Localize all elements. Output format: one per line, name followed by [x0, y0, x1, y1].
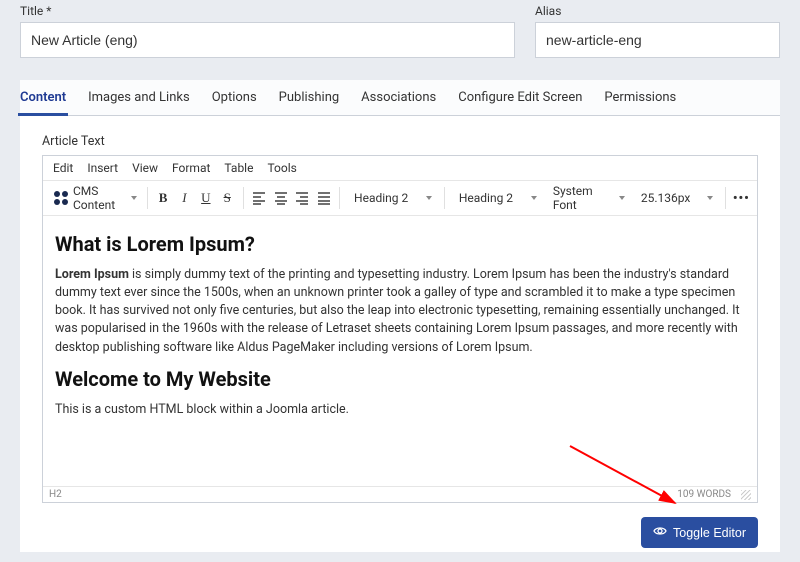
chevron-down-icon [531, 196, 537, 200]
content-paragraph-2: This is a custom HTML block within a Joo… [55, 401, 745, 419]
strikethrough-button[interactable]: S [218, 186, 237, 210]
font-family-select[interactable]: System Font [545, 186, 631, 210]
italic-button[interactable]: I [175, 186, 194, 210]
editor-menubar: Edit Insert View Format Table Tools [43, 156, 757, 181]
underline-button[interactable]: U [196, 186, 215, 210]
editor-box: Edit Insert View Format Table Tools CMS … [42, 155, 758, 503]
menu-table[interactable]: Table [224, 161, 253, 175]
align-right-button[interactable] [292, 186, 311, 210]
alias-input[interactable] [535, 22, 780, 58]
editor-statusbar: H2 109 WORDS [43, 486, 757, 502]
align-left-button[interactable] [250, 186, 269, 210]
bold-button[interactable]: B [153, 186, 172, 210]
cms-content-label: CMS Content [73, 184, 124, 212]
title-input[interactable] [20, 22, 515, 58]
more-button[interactable]: ••• [732, 186, 751, 210]
eye-icon [653, 525, 667, 540]
chevron-down-icon [426, 196, 432, 200]
content-paragraph-1: Lorem Ipsum is simply dummy text of the … [55, 266, 745, 357]
menu-insert[interactable]: Insert [87, 161, 118, 175]
tabs-bar: Content Images and Links Options Publish… [20, 80, 780, 116]
article-text-label: Article Text [42, 134, 758, 149]
menu-tools[interactable]: Tools [267, 161, 296, 175]
menu-view[interactable]: View [132, 161, 158, 175]
align-center-button[interactable] [271, 186, 290, 210]
toggle-editor-button[interactable]: Toggle Editor [641, 517, 758, 548]
editor-toolbar: CMS Content B I U S [43, 181, 757, 216]
word-count: 109 WORDS [677, 489, 731, 500]
cms-content-button[interactable]: CMS Content [49, 184, 141, 212]
joomla-icon [53, 190, 69, 206]
tab-options[interactable]: Options [212, 80, 257, 115]
align-justify-button[interactable] [314, 186, 333, 210]
toggle-editor-label: Toggle Editor [673, 526, 746, 540]
chevron-down-icon [131, 196, 137, 200]
resize-handle[interactable] [741, 490, 751, 500]
tab-associations[interactable]: Associations [361, 80, 436, 115]
tab-publishing[interactable]: Publishing [279, 80, 340, 115]
content-heading-2: Welcome to My Website [55, 367, 745, 391]
tab-configure-edit[interactable]: Configure Edit Screen [458, 80, 582, 115]
status-path[interactable]: H2 [49, 489, 62, 500]
block-format-select-1[interactable]: Heading 2 [346, 186, 438, 210]
block-format-select-2[interactable]: Heading 2 [451, 186, 543, 210]
tab-content[interactable]: Content [20, 80, 66, 115]
chevron-down-icon [619, 196, 625, 200]
title-label: Title * [20, 4, 515, 18]
tab-permissions[interactable]: Permissions [604, 80, 676, 115]
content-heading-1: What is Lorem Ipsum? [55, 232, 745, 256]
chevron-down-icon [707, 196, 713, 200]
alias-label: Alias [535, 4, 780, 18]
menu-format[interactable]: Format [172, 161, 210, 175]
editor-content[interactable]: What is Lorem Ipsum? Lorem Ipsum is simp… [43, 216, 757, 486]
menu-edit[interactable]: Edit [53, 161, 73, 175]
font-size-select[interactable]: 25.136px [633, 186, 719, 210]
tab-images-links[interactable]: Images and Links [88, 80, 190, 115]
